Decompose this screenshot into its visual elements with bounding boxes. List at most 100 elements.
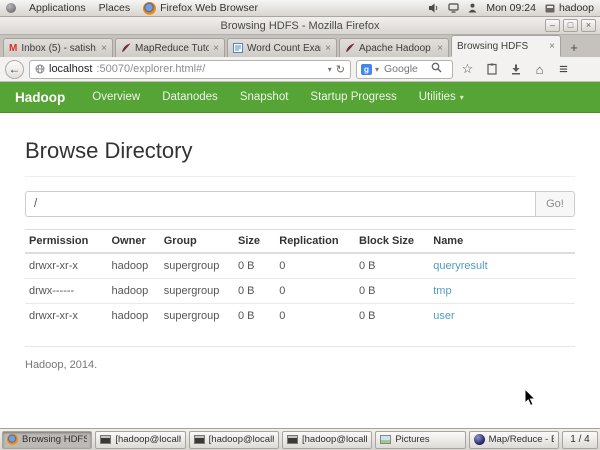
volume-icon[interactable] xyxy=(428,3,439,13)
window-title: Browsing HDFS - Mozilla Firefox xyxy=(221,20,380,32)
back-button[interactable]: ← xyxy=(5,60,24,79)
taskbar-item-terminal-1[interactable]: [hadoop@localh... xyxy=(95,431,185,449)
minimize-button[interactable]: – xyxy=(545,19,560,32)
directory-link-queryresult[interactable]: queryresult xyxy=(433,260,487,272)
close-tab-icon[interactable]: × xyxy=(213,43,219,54)
terminal-icon xyxy=(287,435,298,444)
downloads-icon[interactable] xyxy=(506,64,525,75)
panel-clock[interactable]: Mon 09:24 xyxy=(486,2,536,14)
cell-permission: drwx------ xyxy=(25,279,108,304)
app-menu-firefox[interactable]: Firefox Web Browser xyxy=(143,2,258,15)
close-tab-icon[interactable]: × xyxy=(437,43,443,54)
path-form: Go! xyxy=(25,191,575,217)
close-tab-icon[interactable]: × xyxy=(101,43,107,54)
directory-link-user[interactable]: user xyxy=(433,310,454,322)
hadoop-brand[interactable]: Hadoop xyxy=(15,90,65,105)
tab-apache-hadoop[interactable]: Apache Hadoop 2.... × xyxy=(339,38,449,57)
taskbar-item-label: [hadoop@localh... xyxy=(209,434,274,445)
directory-link-tmp[interactable]: tmp xyxy=(433,285,451,297)
cell-size: 0 B xyxy=(234,304,275,329)
taskbar-item-label: [hadoop@localh... xyxy=(302,434,367,445)
document-icon xyxy=(233,43,243,53)
nav-item-snapshot[interactable]: Snapshot xyxy=(229,91,300,103)
taskbar-item-terminal-2[interactable]: [hadoop@localh... xyxy=(189,431,279,449)
cell-size: 0 B xyxy=(234,253,275,279)
cell-block-size: 0 B xyxy=(355,279,429,304)
directory-path-input[interactable] xyxy=(25,191,535,217)
user-menu-label: hadoop xyxy=(559,2,594,14)
page-title: Browse Directory xyxy=(25,138,575,164)
column-owner: Owner xyxy=(108,230,160,254)
navigation-toolbar: ← localhost :50070/explorer.html#/ ▾ ↻ g … xyxy=(0,57,600,82)
taskbar-item-label: [hadoop@localh... xyxy=(115,434,180,445)
taskbar: Browsing HDFS ... [hadoop@localh... [had… xyxy=(0,428,600,450)
tab-inbox[interactable]: M Inbox (5) - satish.... × xyxy=(3,38,113,57)
cell-replication: 0 xyxy=(275,279,355,304)
search-engine-dropdown-icon[interactable]: ▾ xyxy=(375,65,379,74)
hadoop-navbar: Hadoop Overview Datanodes Snapshot Start… xyxy=(0,82,600,113)
taskbar-item-pictures[interactable]: Pictures xyxy=(375,431,465,449)
nav-item-datanodes[interactable]: Datanodes xyxy=(151,91,229,103)
column-replication: Replication xyxy=(275,230,355,254)
close-button[interactable]: × xyxy=(581,19,596,32)
maximize-button[interactable]: □ xyxy=(563,19,578,32)
taskbar-item-terminal-3[interactable]: [hadoop@localh... xyxy=(282,431,372,449)
nav-item-overview[interactable]: Overview xyxy=(81,91,151,103)
applications-menu[interactable]: Applications xyxy=(29,2,86,14)
search-input[interactable] xyxy=(382,62,428,76)
search-icon[interactable] xyxy=(431,60,442,78)
bookmarks-clipboard-icon[interactable] xyxy=(482,63,501,75)
eclipse-icon xyxy=(474,434,485,445)
window-titlebar[interactable]: Browsing HDFS - Mozilla Firefox – □ × xyxy=(0,17,600,35)
workspace-switcher[interactable]: 1 / 4 xyxy=(562,431,598,449)
cell-owner: hadoop xyxy=(108,253,160,279)
new-tab-button[interactable]: + xyxy=(563,39,585,57)
table-header-row: Permission Owner Group Size Replication … xyxy=(25,230,575,254)
tab-word-count[interactable]: Word Count Exam... × xyxy=(227,38,337,57)
page-body: Browse Directory Go! Permission Owner Gr… xyxy=(0,113,600,428)
url-host: localhost xyxy=(49,63,92,75)
cell-owner: hadoop xyxy=(108,279,160,304)
search-bar[interactable]: g ▾ xyxy=(356,60,453,79)
cell-name: tmp xyxy=(429,279,575,304)
user-badge-icon xyxy=(545,4,555,13)
taskbar-item-browsing-hdfs[interactable]: Browsing HDFS ... xyxy=(2,431,92,449)
url-path: :50070/explorer.html#/ xyxy=(96,63,205,75)
close-tab-icon[interactable]: × xyxy=(325,43,331,54)
desktop-top-panel: Applications Places Firefox Web Browser … xyxy=(0,0,600,17)
page-footer: Hadoop, 2014. xyxy=(25,359,575,371)
cell-group: supergroup xyxy=(160,279,234,304)
column-group: Group xyxy=(160,230,234,254)
reload-icon[interactable]: ↻ xyxy=(336,63,345,76)
url-dropdown-icon[interactable]: ▾ xyxy=(328,65,332,74)
taskbar-item-eclipse[interactable]: Map/Reduce - E... xyxy=(469,431,559,449)
column-name: Name xyxy=(429,230,575,254)
places-menu[interactable]: Places xyxy=(99,2,131,14)
distro-icon xyxy=(6,3,16,13)
url-bar[interactable]: localhost :50070/explorer.html#/ ▾ ↻ xyxy=(29,60,351,79)
home-icon[interactable]: ⌂ xyxy=(530,62,549,77)
mouse-cursor xyxy=(524,388,537,412)
menu-hamburger-icon[interactable]: ≡ xyxy=(554,61,573,78)
table-row: drwxr-xr-x hadoop supergroup 0 B 0 0 B q… xyxy=(25,253,575,279)
display-icon[interactable] xyxy=(448,3,459,13)
tab-browsing-hdfs[interactable]: Browsing HDFS × xyxy=(451,35,561,57)
bookmark-star-icon[interactable]: ☆ xyxy=(458,61,477,77)
go-button[interactable]: Go! xyxy=(535,191,575,217)
cell-permission: drwxr-xr-x xyxy=(25,304,108,329)
cell-group: supergroup xyxy=(160,304,234,329)
gmail-icon: M xyxy=(9,43,17,54)
chevron-down-icon: ▾ xyxy=(460,93,464,102)
user-menu[interactable]: hadoop xyxy=(545,2,594,14)
globe-icon xyxy=(35,64,45,74)
nav-item-startup-progress[interactable]: Startup Progress xyxy=(299,91,407,103)
table-row: drwx------ hadoop supergroup 0 B 0 0 B t… xyxy=(25,279,575,304)
apache-feather-icon xyxy=(121,43,131,53)
close-tab-icon[interactable]: × xyxy=(549,41,555,52)
nav-item-utilities[interactable]: Utilities ▾ xyxy=(408,91,475,103)
tab-mapreduce-tutorial[interactable]: MapReduce Tutorial × xyxy=(115,38,225,57)
user-status-icon[interactable] xyxy=(468,3,477,13)
cell-owner: hadoop xyxy=(108,304,160,329)
cell-replication: 0 xyxy=(275,304,355,329)
cell-block-size: 0 B xyxy=(355,304,429,329)
